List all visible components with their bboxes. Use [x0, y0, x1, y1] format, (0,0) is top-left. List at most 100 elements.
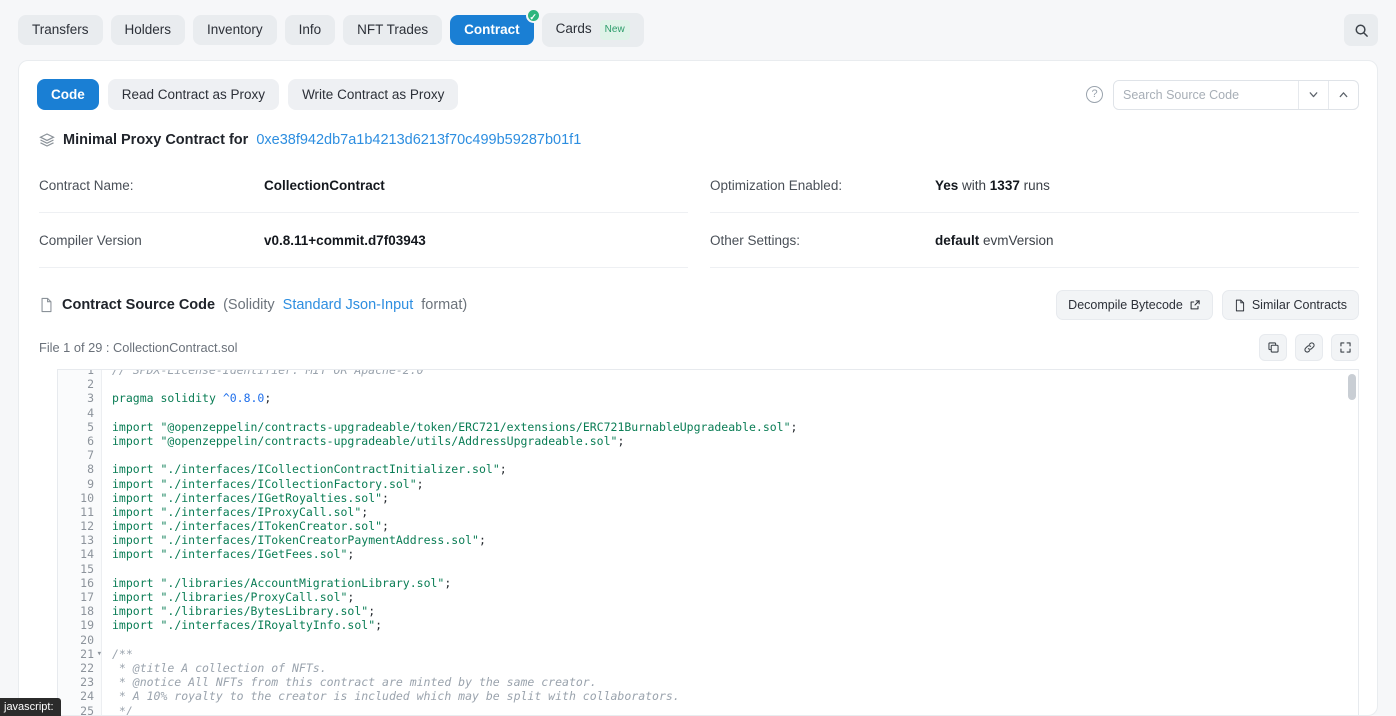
code-line: * A 10% royalty to the creator is includ… — [112, 689, 680, 704]
line-number: 18 — [80, 604, 94, 619]
code-line: */ — [112, 703, 133, 716]
proxy-implementation-address[interactable]: 0xe38f942db7a1b4213d6213f70c499b59287b01… — [256, 132, 581, 148]
line-number: 14 — [80, 547, 94, 562]
contract-info-left-column: Contract Name: CollectionContract Compil… — [39, 158, 688, 268]
fold-toggle-icon[interactable]: ▾ — [97, 647, 102, 661]
line-number: 13 — [80, 533, 94, 548]
external-link-icon — [1189, 299, 1201, 311]
code-line: import "./interfaces/ICollectionContract… — [112, 462, 507, 477]
top-tab-bar: Transfers Holders Inventory Info NFT Trades C… — [0, 0, 1396, 60]
line-number: 22 — [80, 660, 94, 675]
code-scrollbar-thumb[interactable] — [1348, 374, 1356, 400]
line-number: 20 — [80, 632, 94, 647]
verified-check-icon: ✓ — [525, 8, 541, 23]
topbar-search-button[interactable] — [1344, 14, 1378, 46]
tab-label: Contract — [464, 22, 520, 37]
link-icon[interactable] — [1295, 334, 1323, 361]
line-number: 5 — [87, 419, 94, 434]
document-icon — [1234, 299, 1246, 312]
line-number: 24 — [80, 689, 94, 704]
fullscreen-icon[interactable] — [1331, 334, 1359, 361]
line-number: 8 — [87, 462, 94, 477]
contract-info-right-column: Optimization Enabled: Yes with 1337 runs… — [710, 158, 1359, 268]
tab-inventory[interactable]: Inventory — [193, 15, 277, 45]
code-line: import "./libraries/AccountMigrationLibr… — [112, 575, 452, 590]
search-icon — [1354, 23, 1369, 38]
help-icon[interactable]: ? — [1086, 86, 1103, 103]
code-scrollbar[interactable] — [1348, 374, 1356, 715]
code-line: import "./libraries/ProxyCall.sol"; — [112, 590, 355, 604]
contract-info-grid: Contract Name: CollectionContract Compil… — [19, 148, 1377, 268]
search-source-code-input[interactable] — [1114, 80, 1298, 109]
tab-transfers[interactable]: Transfers — [18, 15, 103, 45]
source-code-title: Contract Source Code — [62, 297, 216, 313]
read-contract-as-proxy-button[interactable]: Read Contract as Proxy — [107, 79, 280, 110]
tab-label: Info — [298, 22, 322, 37]
info-value-text: with — [958, 177, 990, 193]
info-value: v0.8.11+commit.d7f03943 — [264, 233, 426, 248]
code-line: import "@openzeppelin/contracts-upgradea… — [112, 419, 798, 434]
code-line: * @notice All NFTs from this contract ar… — [112, 675, 597, 690]
layers-icon — [39, 132, 55, 148]
decompile-bytecode-label: Decompile Bytecode — [1068, 298, 1183, 312]
info-row: Optimization Enabled: Yes with 1337 runs — [710, 158, 1359, 213]
line-number: 16 — [80, 575, 94, 590]
info-value-strong: v0.8.11+commit.d7f03943 — [264, 232, 426, 248]
line-number: 7 — [87, 448, 94, 463]
file-line-row: File 1 of 29 : CollectionContract.sol — [19, 320, 1377, 369]
source-code-actions: Decompile Bytecode Similar Contracts — [1056, 290, 1359, 320]
info-value: Yes with 1337 runs — [935, 178, 1050, 193]
card-header: Code Read Contract as Proxy Write Contra… — [19, 61, 1377, 110]
tab-nft-trades[interactable]: NFT Trades — [343, 15, 443, 45]
line-number: 9 — [87, 476, 94, 491]
search-source-code-box — [1113, 79, 1359, 110]
chevron-up-icon[interactable] — [1328, 80, 1358, 109]
code-line: /** — [112, 646, 133, 661]
info-row: Other Settings: default evmVersion — [710, 213, 1359, 268]
info-row: Contract Name: CollectionContract — [39, 158, 688, 213]
tab-label: Holders — [124, 22, 172, 37]
similar-contracts-label: Similar Contracts — [1251, 298, 1347, 312]
minimal-proxy-title: Minimal Proxy Contract for — [63, 132, 249, 148]
tab-label: NFT Trades — [357, 22, 429, 37]
code-line: // SPDX-License-Identifier: MIT OR Apach… — [112, 369, 424, 377]
tab-holders[interactable]: Holders — [110, 15, 186, 45]
source-search-group: ? — [1086, 79, 1359, 110]
source-code-title-group: Contract Source Code (Solidity Standard … — [39, 297, 467, 313]
similar-contracts-button[interactable]: Similar Contracts — [1221, 290, 1359, 320]
write-contract-as-proxy-button[interactable]: Write Contract as Proxy — [288, 79, 459, 110]
line-number: 1 — [87, 369, 94, 377]
tab-contract[interactable]: Contract ✓ — [450, 8, 541, 45]
code-content[interactable]: // SPDX-License-Identifier: MIT OR Apach… — [102, 369, 1358, 716]
chevron-down-icon[interactable] — [1298, 80, 1328, 109]
info-value-strong: CollectionContract — [264, 177, 385, 193]
decompile-bytecode-button[interactable]: Decompile Bytecode — [1056, 290, 1213, 320]
code-line: import "./libraries/BytesLibrary.sol"; — [112, 604, 376, 619]
standard-json-input-link[interactable]: Standard Json-Input — [283, 297, 414, 313]
line-number: 23 — [80, 675, 94, 690]
code-line: import "./interfaces/IProxyCall.sol"; — [112, 504, 369, 519]
info-key: Other Settings: — [710, 232, 801, 248]
line-number: 21 ▾ — [80, 646, 102, 661]
contract-card: Code Read Contract as Proxy Write Contra… — [18, 60, 1378, 716]
file-icon — [39, 297, 54, 313]
line-number: 6 — [87, 433, 94, 448]
tab-label: Inventory — [207, 22, 263, 37]
minimal-proxy-line: Minimal Proxy Contract for 0xe38f942db7a… — [19, 110, 1377, 148]
code-line: import "./interfaces/IRoyaltyInfo.sol"; — [112, 618, 383, 633]
info-key: Optimization Enabled: — [710, 177, 843, 193]
info-value-text-2: runs — [1019, 177, 1050, 193]
line-number: 2 — [87, 377, 94, 392]
tab-info[interactable]: Info — [284, 15, 336, 45]
copy-icon[interactable] — [1259, 334, 1287, 361]
tab-cards[interactable]: Cards New — [541, 13, 644, 47]
source-code-viewer[interactable]: 1 2 3 4 5 6 7 8 9 10 11 12 13 14 15 16 17 18 19 20 21 ▾ 22 23 24… — [57, 369, 1359, 716]
new-badge: New — [599, 20, 630, 40]
source-format-suffix: format) — [421, 297, 468, 313]
code-line: * @title A collection of NFTs. — [112, 660, 327, 675]
line-number: 25 — [80, 703, 94, 716]
code-button[interactable]: Code — [37, 79, 99, 110]
